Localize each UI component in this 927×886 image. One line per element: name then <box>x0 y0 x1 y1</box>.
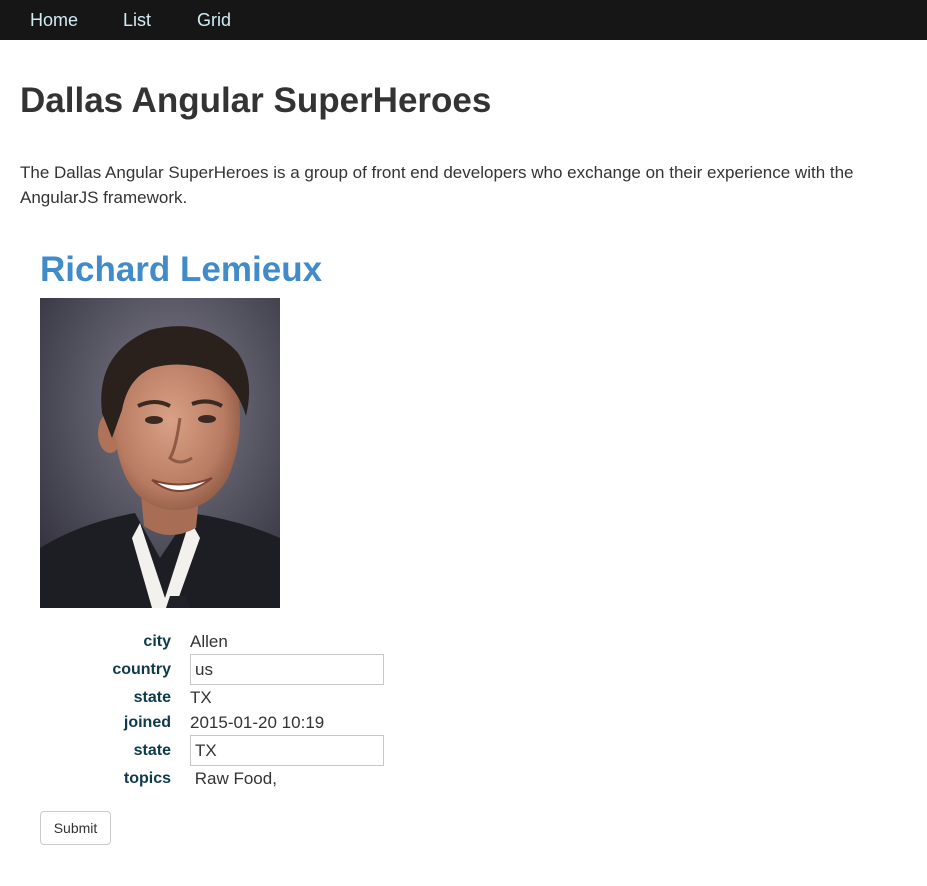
state-edit-label: state <box>133 742 171 759</box>
topics-value: Raw Food, <box>190 769 277 788</box>
hero-photo <box>40 298 280 608</box>
state-input[interactable] <box>190 735 384 766</box>
nav-grid-link[interactable]: Grid <box>197 0 231 40</box>
country-input[interactable] <box>190 654 384 685</box>
state-value: TX <box>190 688 212 707</box>
page-title: Dallas Angular SuperHeroes <box>20 81 492 120</box>
top-navbar: Home List Grid <box>0 0 927 40</box>
city-label: city <box>143 633 171 650</box>
joined-value: 2015-01-20 10:19 <box>190 713 325 732</box>
nav-list-link[interactable]: List <box>123 0 151 40</box>
submit-button[interactable]: Submit <box>40 811 111 845</box>
joined-label: joined <box>123 714 171 731</box>
nav-home-link[interactable]: Home <box>30 0 78 40</box>
city-value: Allen <box>190 632 228 651</box>
hero-name-heading: Richard Lemieux <box>40 250 323 289</box>
topics-label: topics <box>123 770 171 787</box>
state-label: state <box>133 689 171 706</box>
intro-paragraph: The Dallas Angular SuperHeroes is a grou… <box>20 163 854 207</box>
country-label: country <box>112 661 171 678</box>
